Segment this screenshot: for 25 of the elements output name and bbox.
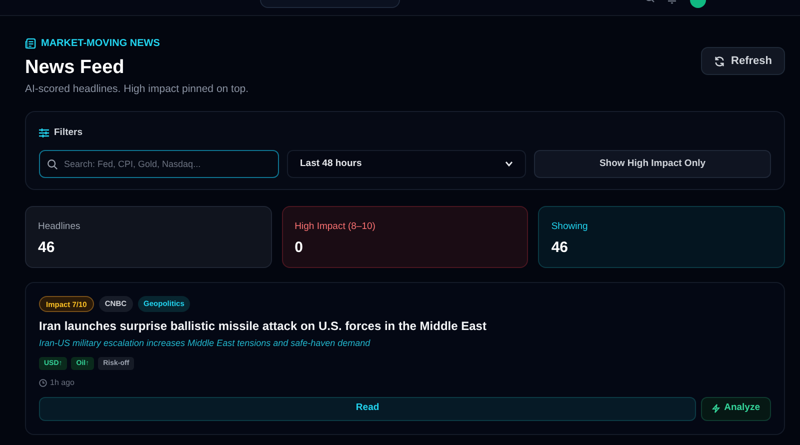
sliders-icon: [39, 128, 49, 138]
chevron-down-icon: [505, 161, 513, 167]
search-field[interactable]: Search: Fed, CPI, Gold, Nasdaq...: [39, 150, 279, 178]
stat-label: High Impact (8–10): [294, 220, 376, 234]
stat-value: 46: [551, 238, 570, 258]
high-impact-toggle[interactable]: Show High Impact Only: [534, 150, 771, 178]
news-headline[interactable]: Iran launches surprise ballistic missile attack on U.S. forces in the Middle East: [39, 318, 771, 334]
clock-icon: [39, 378, 47, 386]
page-subtitle: AI-scored headlines. High impact pinned on top.: [25, 82, 249, 97]
filters-title: Filters: [54, 126, 83, 140]
section-label: MARKET-MOVING NEWS: [41, 37, 160, 51]
time-range-select[interactable]: Last 48 hours: [287, 150, 526, 178]
search-icon: [47, 159, 58, 170]
refresh-button[interactable]: Refresh: [701, 47, 785, 75]
stat-label: Headlines: [38, 220, 82, 234]
page-title: News Feed: [25, 56, 126, 80]
stat-label: Showing: [551, 220, 589, 234]
analyze-button[interactable]: Analyze: [701, 396, 771, 420]
read-button[interactable]: Read: [39, 396, 696, 420]
stat-value: 0: [294, 238, 304, 258]
refresh-icon: [714, 56, 726, 66]
stat-value: 46: [38, 238, 56, 258]
news-time: 1h ago: [50, 376, 74, 388]
news-summary: Iran-US military escalation increases Middle East tensions and safe-haven demand: [39, 337, 372, 350]
newspaper-icon: [25, 38, 36, 49]
